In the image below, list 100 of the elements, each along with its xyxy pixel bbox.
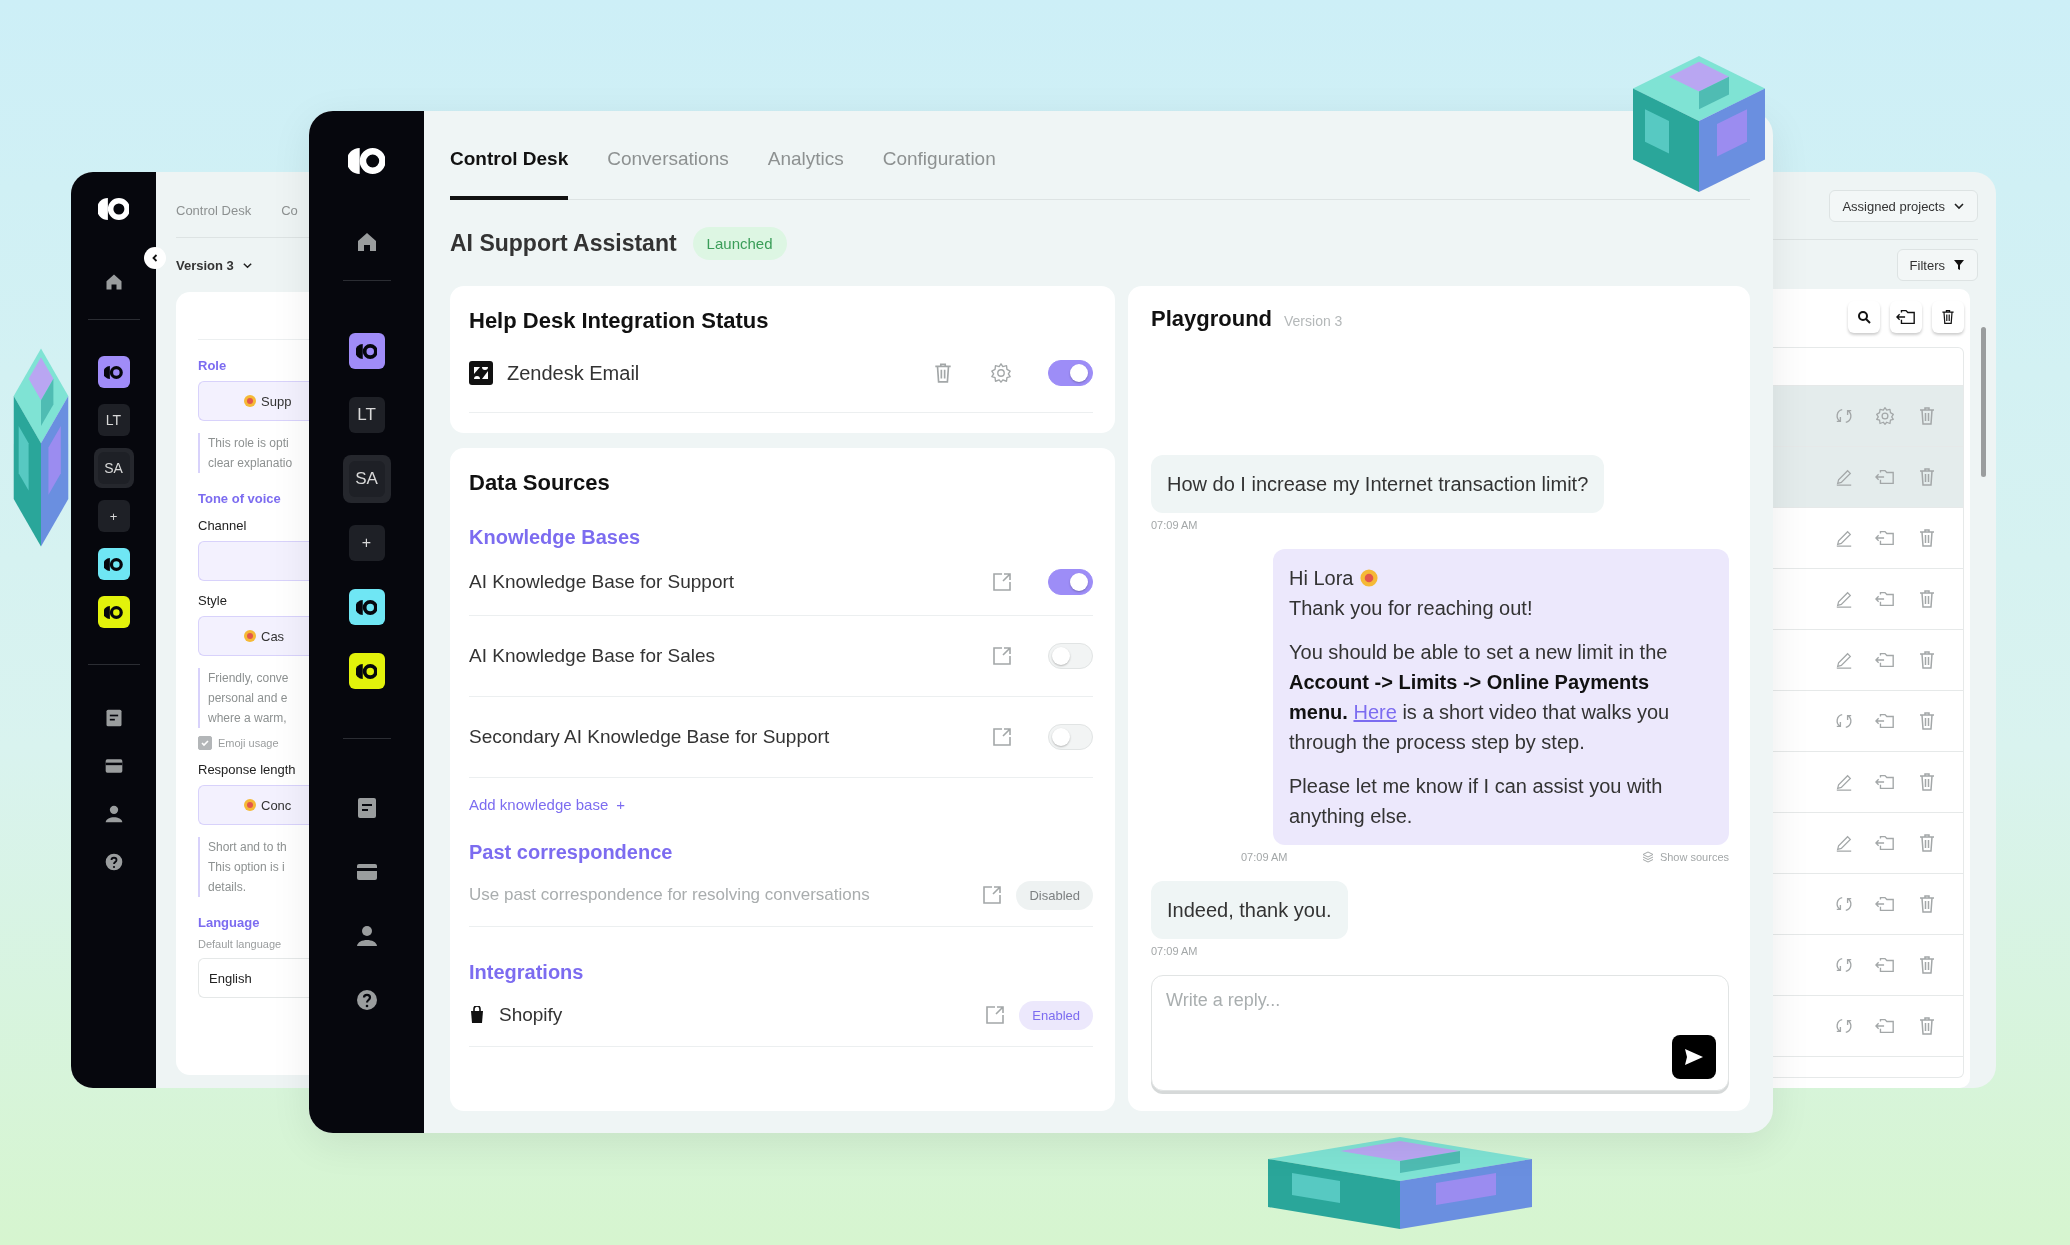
toggle-switch[interactable] [1048,360,1093,386]
pencil-icon[interactable] [1835,468,1853,486]
logo-icon[interactable] [355,343,378,359]
description-text: Use past correspondence for resolving conversations [469,885,871,905]
search-icon[interactable] [1857,310,1871,324]
filter-icon[interactable] [1953,259,1965,271]
workspace-logo[interactable] [348,653,385,689]
message-time: 07:09 AM [1151,519,1199,531]
page-title: AI Support Assistant [450,229,677,257]
sync-icon[interactable] [1835,1017,1853,1035]
message-bubble: How do I increase my Internet transaction limit? [1151,455,1605,513]
logo-icon[interactable] [104,557,123,571]
section-heading: Knowledge Bases [469,526,642,549]
chevron-left-icon[interactable] [150,253,160,263]
workspace-avatar[interactable]: LT [97,404,130,436]
search-button[interactable] [1848,301,1880,333]
open-external-icon[interactable] [985,1005,1006,1025]
workspace-logo[interactable] [97,356,130,388]
sync-icon[interactable] [1835,895,1853,913]
collapse-button[interactable] [144,247,166,269]
field-label: Style [198,593,228,608]
integration-name: Shopify [499,1004,564,1026]
section-heading: Language [198,915,261,930]
add-knowledge-base-link[interactable]: Add knowledge base + [469,796,626,813]
open-external-icon[interactable] [992,572,1012,592]
workspace-logo[interactable] [97,596,130,628]
status-badge: Enabled [1019,1000,1093,1030]
message-text: Hi Lora [1289,566,1354,591]
logo-icon[interactable] [104,365,123,379]
chevron-down-icon[interactable] [1953,200,1965,212]
workspace-logo[interactable] [348,333,385,369]
section-heading: Integrations [469,961,585,984]
trash-icon[interactable] [1940,309,1956,325]
workspace-avatar[interactable]: SA [97,452,130,484]
gear-icon[interactable] [1875,406,1895,426]
table-row[interactable] [1773,447,1963,508]
send-button[interactable] [1672,1035,1716,1079]
workspace-logo[interactable] [97,548,130,580]
add-workspace-button[interactable]: + [348,525,385,561]
open-external-icon[interactable] [992,646,1012,666]
send-icon[interactable] [1684,1048,1704,1066]
workspace-logo[interactable] [348,589,385,625]
reply-field[interactable]: Write a reply... [1151,975,1729,1091]
user-icon[interactable] [103,804,124,824]
projects-dropdown[interactable]: Assigned projects [1829,190,1978,222]
version-selector[interactable]: Version 3 [176,257,234,273]
knowledge-base-name: AI Knowledge Base for Support [469,571,736,593]
add-workspace-button[interactable]: + [97,500,130,532]
message-time: 07:09 AM [1151,945,1199,957]
pencil-icon[interactable] [1835,651,1853,669]
help-icon[interactable] [354,988,379,1012]
status-badge: Disabled [1016,880,1093,910]
emoji-icon [1359,568,1380,588]
card-title: Data Sources [469,470,611,496]
knowledge-base-name: Secondary AI Knowledge Base for Support [469,726,831,748]
scrollbar[interactable] [1981,327,1986,477]
field-hint: Default language [198,938,283,950]
workspace-avatar[interactable]: LT [348,397,385,433]
table-row[interactable] [1773,386,1963,447]
pencil-icon[interactable] [1835,773,1853,791]
logo-icon[interactable] [355,599,378,615]
message-bubble: Indeed, thank you. [1151,881,1348,939]
tab[interactable]: Control Desk [450,148,569,200]
logo-icon[interactable] [104,605,123,619]
zendesk-logo-icon [469,361,493,385]
pencil-icon[interactable] [1835,529,1853,547]
sync-icon[interactable] [1835,956,1853,974]
open-external-icon[interactable] [992,727,1012,747]
move-button[interactable] [1890,301,1922,333]
logo-icon[interactable] [355,663,378,679]
card-icon[interactable] [103,756,124,776]
layers-icon[interactable] [1641,851,1654,863]
pencil-icon[interactable] [1835,590,1853,608]
field-label: Response length [198,762,297,777]
pencil-icon[interactable] [1835,834,1853,852]
open-external-icon[interactable] [982,885,1003,905]
select-field[interactable]: Cas [198,616,309,656]
select-field[interactable]: Conc [198,785,309,825]
section-heading: Past correspondence [469,841,674,864]
sync-icon[interactable] [1835,407,1853,425]
logo-icon[interactable] [97,198,130,220]
select-field[interactable]: Supp [198,381,309,421]
card-title: Playground [1151,306,1272,332]
version-label: Version 3 [1284,313,1343,329]
message-text: You should be able to set a new limit in the Account -> Limits -> Online Payments menu. Here is a short video that walks you through the process step by step. [1289,640,1671,755]
integration-name: Zendesk Email [507,361,641,385]
filters-button[interactable]: Filters [1896,249,1978,281]
help-icon[interactable] [103,852,124,872]
delete-button[interactable] [1932,301,1964,333]
checkbox-label: Emoji usage [218,737,279,749]
sync-icon[interactable] [1835,712,1853,730]
emoji-icon [243,629,257,643]
workspace-avatar[interactable]: SA [348,461,385,497]
folder-icon[interactable] [1896,308,1916,326]
logo-icon[interactable] [347,148,386,174]
select-field[interactable] [198,541,309,581]
gear-icon[interactable] [990,362,1012,384]
toggle-switch[interactable] [1048,569,1093,595]
user-icon[interactable] [354,924,379,948]
field-label: Channel [198,518,248,533]
